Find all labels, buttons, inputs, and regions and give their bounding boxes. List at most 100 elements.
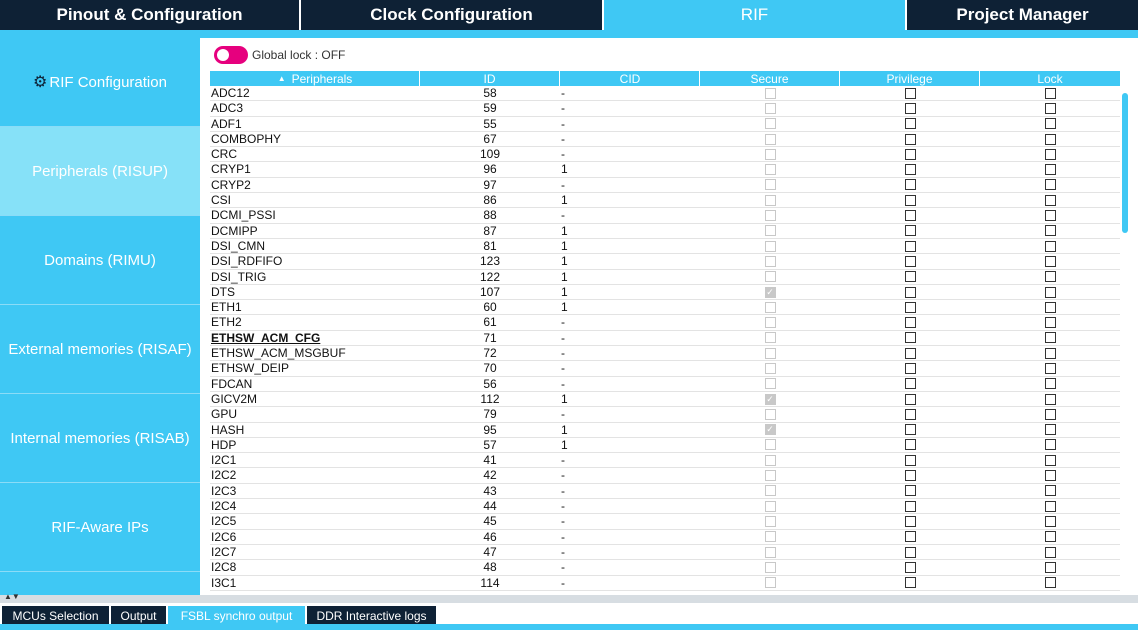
table-row[interactable]: GICV2M 112 1 ✓ [210,392,1120,408]
privilege-checkbox[interactable] [904,347,916,359]
table-row[interactable]: I2C3 43 - [210,484,1120,500]
table-row[interactable]: FDCAN 56 - [210,377,1120,392]
privilege-checkbox[interactable] [904,240,916,252]
privilege-checkbox[interactable] [904,210,916,222]
secure-checkbox[interactable] [764,500,776,512]
lock-checkbox[interactable] [1044,424,1056,436]
table-row[interactable]: ETHSW_ACM_MSGBUF 72 - [210,346,1120,362]
peripheral-cid[interactable]: - [560,132,700,146]
peripheral-cid[interactable]: - [560,407,700,421]
secure-checkbox[interactable] [764,240,776,252]
tab-output[interactable]: Output [111,606,167,626]
table-row[interactable]: HASH 95 1 ✓ [210,423,1120,438]
secure-checkbox[interactable] [764,531,776,543]
lock-checkbox[interactable] [1044,454,1056,466]
privilege-checkbox[interactable] [904,102,916,114]
secure-checkbox[interactable] [764,102,776,114]
column-header-secure[interactable]: Secure [700,71,840,86]
sidebar-item-rif-configuration[interactable]: ⚙ RIF Configuration [0,38,200,127]
peripheral-cid[interactable]: 1 [560,285,700,299]
lock-checkbox[interactable] [1044,301,1056,313]
secure-checkbox[interactable]: ✓ [764,286,776,298]
peripheral-cid[interactable]: 1 [560,300,700,314]
peripheral-cid[interactable]: 1 [560,392,700,406]
secure-checkbox[interactable] [764,255,776,267]
table-row[interactable]: CRYP1 96 1 [210,162,1120,178]
lock-checkbox[interactable] [1044,347,1056,359]
peripheral-cid[interactable]: 1 [560,162,700,176]
peripheral-cid[interactable]: 1 [560,254,700,268]
lock-checkbox[interactable] [1044,393,1056,405]
secure-checkbox[interactable]: ✓ [764,424,776,436]
peripheral-cid[interactable]: - [560,117,700,131]
peripheral-cid[interactable]: - [560,86,700,100]
table-row[interactable]: ETH2 61 - [210,315,1120,331]
lock-checkbox[interactable] [1044,546,1056,558]
column-header-peripherals[interactable]: ▲ Peripherals [210,71,420,86]
privilege-checkbox[interactable] [904,148,916,160]
privilege-checkbox[interactable] [904,408,916,420]
peripheral-cid[interactable]: 1 [560,438,700,452]
peripheral-cid[interactable]: - [560,468,700,482]
lock-checkbox[interactable] [1044,408,1056,420]
secure-checkbox[interactable] [764,362,776,374]
peripheral-cid[interactable]: - [560,453,700,467]
lock-checkbox[interactable] [1044,210,1056,222]
lock-checkbox[interactable] [1044,378,1056,390]
privilege-checkbox[interactable] [904,118,916,130]
table-row[interactable]: DSI_CMN 81 1 [210,239,1120,255]
table-row[interactable]: ADC3 59 - [210,101,1120,117]
peripheral-cid[interactable]: 1 [560,423,700,437]
table-row[interactable]: ETHSW_DEIP 70 - [210,361,1120,377]
privilege-checkbox[interactable] [904,362,916,374]
privilege-checkbox[interactable] [904,255,916,267]
privilege-checkbox[interactable] [904,546,916,558]
lock-checkbox[interactable] [1044,362,1056,374]
peripheral-cid[interactable]: 1 [560,193,700,207]
privilege-checkbox[interactable] [904,301,916,313]
peripheral-cid[interactable]: 1 [560,239,700,253]
secure-checkbox[interactable] [764,378,776,390]
peripheral-cid[interactable]: - [560,331,700,345]
secure-checkbox[interactable] [764,439,776,451]
peripheral-cid[interactable]: - [560,346,700,360]
secure-checkbox[interactable] [764,470,776,482]
table-row[interactable]: I2C1 41 - [210,453,1120,469]
peripheral-cid[interactable]: - [560,208,700,222]
peripheral-cid[interactable]: - [560,499,700,513]
lock-checkbox[interactable] [1044,194,1056,206]
lock-checkbox[interactable] [1044,179,1056,191]
secure-checkbox[interactable] [764,347,776,359]
table-row[interactable]: ADC12 58 - [210,86,1120,102]
privilege-checkbox[interactable] [904,286,916,298]
lock-checkbox[interactable] [1044,164,1056,176]
table-row[interactable]: DTS 107 1 ✓ [210,285,1120,301]
sidebar-item-internal-memories[interactable]: Internal memories (RISAB) [0,394,200,483]
secure-checkbox[interactable] [764,210,776,222]
lock-checkbox[interactable] [1044,271,1056,283]
secure-checkbox[interactable] [764,561,776,573]
table-row[interactable]: CRC 109 - [210,147,1120,163]
secure-checkbox[interactable] [764,515,776,527]
secure-checkbox[interactable] [764,118,776,130]
privilege-checkbox[interactable] [904,393,916,405]
secure-checkbox[interactable] [764,546,776,558]
table-row[interactable]: I2C4 44 - [210,499,1120,515]
privilege-checkbox[interactable] [904,577,916,589]
privilege-checkbox[interactable] [904,271,916,283]
lock-checkbox[interactable] [1044,332,1056,344]
tab-project-manager[interactable]: Project Manager [907,0,1138,30]
peripheral-cid[interactable]: 1 [560,224,700,238]
table-row[interactable]: DCMIPP 87 1 [210,224,1120,239]
table-row[interactable]: I2C2 42 - [210,468,1120,484]
lock-checkbox[interactable] [1044,240,1056,252]
peripheral-cid[interactable]: 1 [560,270,700,284]
secure-checkbox[interactable] [764,225,776,237]
lock-checkbox[interactable] [1044,577,1056,589]
table-row[interactable]: I2C5 45 - [210,514,1120,530]
table-row[interactable]: ADF1 55 - [210,117,1120,132]
table-row[interactable]: I2C7 47 - [210,545,1120,561]
peripheral-cid[interactable]: - [560,178,700,192]
peripheral-cid[interactable]: - [560,514,700,528]
privilege-checkbox[interactable] [904,225,916,237]
